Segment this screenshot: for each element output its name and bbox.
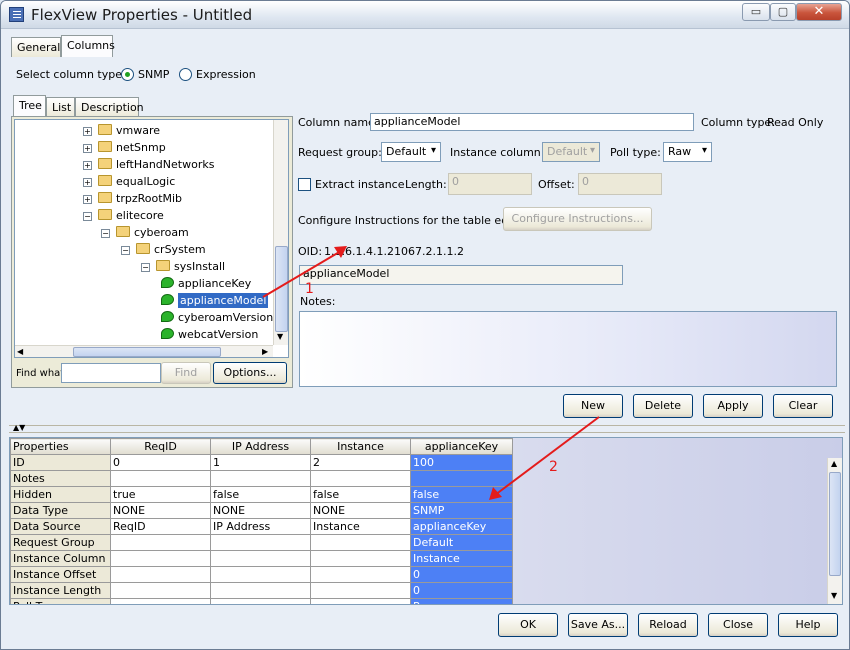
annotation-label-1: 1 (305, 281, 314, 297)
annotation-label-2: 2 (549, 459, 558, 475)
flexview-properties-window: FlexView Properties - Untitled ▭ ▢ ✕ Gen… (0, 0, 850, 650)
arrow-1-head (334, 246, 347, 258)
annotation-arrow-1 (262, 250, 342, 298)
annotation-arrows (262, 246, 600, 500)
annotation-arrow-2 (494, 416, 600, 496)
arrow-2-head (489, 487, 502, 500)
